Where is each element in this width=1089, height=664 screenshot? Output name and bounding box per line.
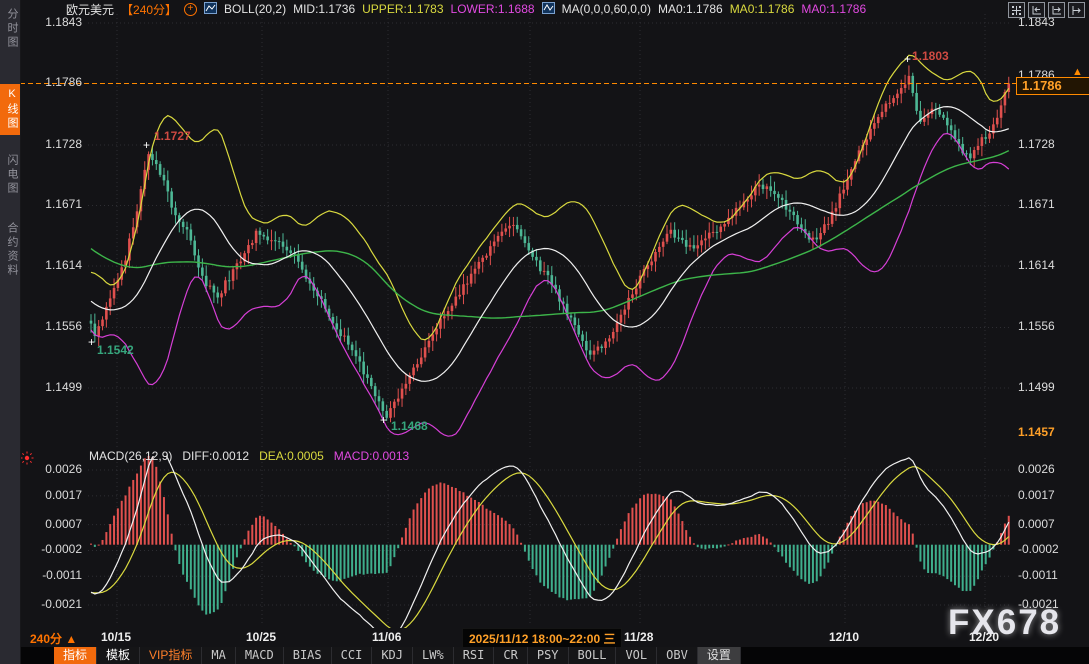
toolbar-item-settings[interactable]: 设置: [698, 647, 741, 664]
macd-tick-right: -0.0002: [1018, 542, 1084, 556]
sidebar-item-flash-chart[interactable]: 闪电图: [0, 150, 20, 200]
add-indicator-icon[interactable]: +: [184, 3, 197, 16]
sidebar-item-kline-chart[interactable]: K线图: [0, 84, 20, 135]
symbol-title: 欧元美元: [66, 1, 114, 18]
toolbar-item-lw[interactable]: LW%: [413, 647, 454, 664]
date-tick: 10/15: [101, 630, 131, 644]
macd-header: MACD(26,12,9) DIFF:0.0012 DEA:0.0005 MAC…: [89, 449, 409, 463]
selected-bar-datetime: 2025/11/12 18:00~22:00 三: [462, 628, 622, 649]
price-tick-right: 1.1728: [1018, 137, 1084, 151]
trading-app-window: 分时图 K线图 闪电图 合约资料 欧元美元 【240分】 + BOLL(20,2…: [0, 0, 1089, 664]
ma0-value-1: MA0:1.1786: [658, 2, 723, 16]
last-price-box: 1.1786: [1016, 77, 1089, 95]
date-tick: 11/06: [372, 630, 401, 644]
boll-indicator-icon[interactable]: [204, 2, 217, 17]
macd-tick-left: -0.0021: [20, 597, 82, 611]
indicator-toolbar: 指标 模板 VIP指标 MA MACD BIAS CCI KDJ LW% RSI…: [20, 647, 1089, 664]
low1-cross-marker: +: [88, 335, 95, 349]
boll-params: BOLL(20,2): [224, 2, 286, 16]
pan-right-icon[interactable]: [1068, 2, 1085, 18]
chart-tools: [1008, 2, 1085, 18]
macd-macd-value: MACD:0.0013: [334, 449, 409, 463]
ma0-value-3: MA0:1.1786: [801, 2, 866, 16]
toolbar-item-kdj[interactable]: KDJ: [372, 647, 413, 664]
price-tick-left: 1.1728: [20, 137, 82, 151]
macd-tick-left: -0.0011: [20, 568, 82, 582]
macd-tick-left: 0.0007: [20, 517, 82, 531]
range-low-label: 1.1457: [1018, 425, 1084, 439]
price-tick-right: 1.1499: [1018, 380, 1084, 394]
date-tick: 11/28: [624, 630, 653, 644]
macd-dea-value: DEA:0.0005: [259, 449, 324, 463]
date-tick: 12/10: [829, 630, 859, 644]
scale-left-icon[interactable]: [1028, 2, 1045, 18]
toolbar-item-boll[interactable]: BOLL: [569, 647, 617, 664]
boll-upper-value: UPPER:1.1783: [362, 2, 443, 16]
ma0-value-2: MA0:1.1786: [730, 2, 795, 16]
macd-tick-right: 0.0007: [1018, 517, 1084, 531]
macd-title: MACD(26,12,9): [89, 449, 172, 463]
low2-annotation: 1.1468: [391, 419, 428, 433]
price-tick-right: 1.1556: [1018, 319, 1084, 333]
toolbar-item-psy[interactable]: PSY: [528, 647, 569, 664]
toolbar-item-rsi[interactable]: RSI: [454, 647, 495, 664]
macd-tick-left: 0.0017: [20, 488, 82, 502]
ma-params: MA(0,0,0,60,0,0): [562, 2, 651, 16]
macd-diff-value: DIFF:0.0012: [182, 449, 249, 463]
price-tick-left: 1.1556: [20, 319, 82, 333]
toolbar-item-macd[interactable]: MACD: [236, 647, 284, 664]
swing-high-annotation: 1.1727: [154, 129, 191, 143]
boll-mid-value: MID:1.1736: [293, 2, 355, 16]
price-tick-left: 1.1499: [20, 380, 82, 394]
toolbar-item-bias[interactable]: BIAS: [284, 647, 332, 664]
price-tick-left: 1.1671: [20, 197, 82, 211]
high-annotation: 1.1803: [912, 49, 949, 63]
macd-settings-icon[interactable]: [20, 451, 34, 470]
period-label: 【240分】: [121, 1, 177, 18]
toolbar-item-templates[interactable]: 模板: [97, 647, 140, 664]
low2-cross-marker: +: [380, 413, 387, 427]
toolbar-item-vol[interactable]: VOL: [616, 647, 657, 664]
sidebar-item-time-chart[interactable]: 分时图: [0, 4, 20, 54]
toolbar-item-vip-indicators[interactable]: VIP指标: [140, 647, 202, 664]
time-axis: 240分 ▲ 10/15 10/25 11/06 2025/11/12 18:0…: [20, 628, 1089, 647]
period-dropdown-arrow-icon: ▲: [65, 632, 77, 646]
macd-tick-right: -0.0021: [1018, 597, 1084, 611]
toolbar-item-cr[interactable]: CR: [494, 647, 527, 664]
toolbar-item-cci[interactable]: CCI: [332, 647, 373, 664]
toolbar-item-indicators[interactable]: 指标: [54, 647, 97, 664]
toolbar-item-obv[interactable]: OBV: [657, 647, 698, 664]
macd-tick-right: 0.0026: [1018, 462, 1084, 476]
chart-header: 欧元美元 【240分】 + BOLL(20,2) MID:1.1736 UPPE…: [66, 1, 866, 17]
toolbar-item-ma[interactable]: MA: [202, 647, 235, 664]
boll-lower-value: LOWER:1.1688: [451, 2, 535, 16]
low1-annotation: 1.1542: [97, 343, 134, 357]
price-tick-right: 1.1614: [1018, 258, 1084, 272]
chart-type-sidebar: 分时图 K线图 闪电图 合约资料: [0, 0, 21, 664]
scale-right-icon[interactable]: [1048, 2, 1065, 18]
price-tick-left: 1.1614: [20, 258, 82, 272]
sidebar-item-contract-info[interactable]: 合约资料: [0, 218, 20, 282]
price-tick-right: 1.1671: [1018, 197, 1084, 211]
price-tick-left: 1.1786: [20, 75, 82, 89]
macd-tick-right: 0.0017: [1018, 488, 1084, 502]
crosshair-icon[interactable]: [1008, 2, 1025, 18]
macd-tick-right: -0.0011: [1018, 568, 1084, 582]
swing-high-cross-marker: +: [143, 138, 150, 152]
macd-tick-left: -0.0002: [20, 542, 82, 556]
high-cross-marker: +: [904, 52, 911, 66]
ma-indicator-icon[interactable]: [542, 2, 555, 17]
date-tick: 12/20: [969, 630, 999, 644]
date-tick: 10/25: [246, 630, 276, 644]
period-selector[interactable]: 240分 ▲: [30, 630, 77, 647]
chart-canvas[interactable]: [0, 0, 1089, 664]
